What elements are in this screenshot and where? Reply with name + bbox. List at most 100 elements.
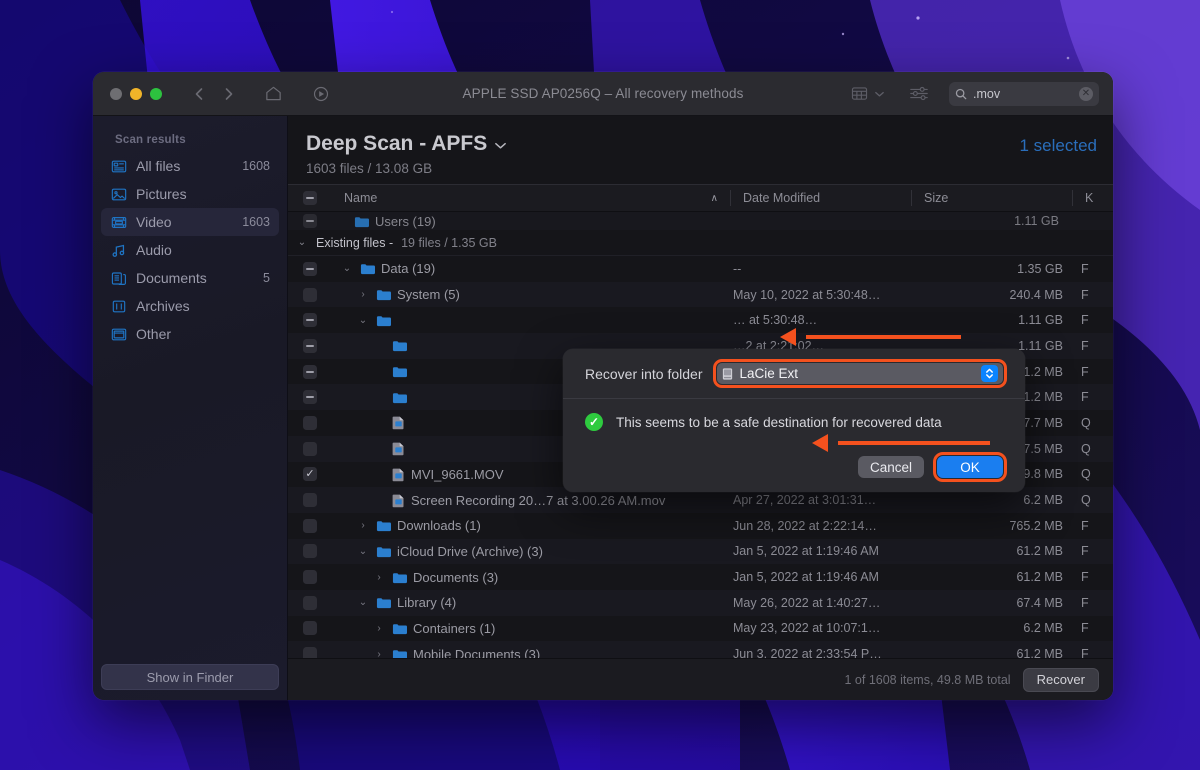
recover-folder-popup-button[interactable]: LaCie Ext: [712, 359, 1008, 388]
sidebar-item-archives[interactable]: Archives: [101, 292, 279, 320]
row-checkbox[interactable]: [288, 261, 332, 276]
row-checkbox[interactable]: [288, 441, 332, 456]
row-name-cell: ⌄: [332, 314, 733, 327]
view-mode-chevron[interactable]: [871, 90, 887, 98]
scan-subtitle: 1603 files / 13.08 GB: [306, 161, 433, 176]
search-clear-icon[interactable]: ✕: [1079, 86, 1093, 101]
sidebar-item-label: Documents: [136, 270, 207, 286]
app-window: APPLE SSD AP0256Q – All recovery methods: [93, 72, 1113, 700]
home-button[interactable]: [258, 79, 288, 109]
row-checkbox[interactable]: [288, 647, 332, 658]
row-checkbox[interactable]: [288, 544, 332, 559]
sidebar-item-video[interactable]: Video 1603: [101, 208, 279, 236]
row-checkbox[interactable]: [288, 287, 332, 302]
filter-settings-button[interactable]: [905, 81, 933, 107]
group-header-existing-files[interactable]: ⌄ Existing files - 19 files / 1.35 GB: [288, 230, 1113, 256]
row-disclosure-triangle[interactable]: ›: [372, 649, 386, 658]
row-name-cell: › Downloads (1): [332, 518, 733, 533]
dialog-actions: Cancel OK: [563, 445, 1025, 492]
selected-count-badge[interactable]: 1 selected: [1020, 136, 1098, 156]
table-row[interactable]: ⌄ iCloud Drive (Archive) (3) Jan 5, 2022 a…: [288, 538, 1113, 565]
row-name-cell: › Mobile Documents (3): [332, 647, 733, 658]
row-kind: F: [1081, 518, 1089, 533]
column-header-name[interactable]: Name ∧: [332, 191, 730, 205]
check-circle-icon: ✓: [585, 413, 603, 431]
recover-button[interactable]: Recover: [1022, 667, 1099, 692]
forward-button[interactable]: [214, 79, 244, 109]
rescan-button[interactable]: [306, 79, 336, 109]
sidebar-item-all-files[interactable]: All files 1608: [101, 152, 279, 180]
column-header-name-label: Name: [344, 191, 378, 205]
table-row[interactable]: ⌄ Data (19) -- 1.35 GB F: [288, 256, 1113, 282]
show-in-finder-button[interactable]: Show in Finder: [101, 664, 279, 690]
folder-icon: [376, 598, 391, 609]
table-row[interactable]: › System (5) May 10, 2022 at 5:30:48… 240.4…: [288, 281, 1113, 308]
table-row[interactable]: › Mobile Documents (3) Jun 3, 2022 at 2:33…: [288, 641, 1113, 658]
cancel-button[interactable]: Cancel: [858, 456, 924, 478]
scan-title-row[interactable]: Deep Scan - APFS: [306, 132, 1095, 156]
sidebar-item-count: 1603: [242, 215, 270, 229]
row-checkbox[interactable]: [288, 214, 332, 228]
row-name-label: Documents (3): [413, 569, 499, 585]
row-checkbox[interactable]: [288, 621, 332, 636]
main-header: Deep Scan - APFS 1603 files / 13.08 GB 1…: [288, 116, 1113, 184]
row-checkbox[interactable]: [288, 313, 332, 328]
checkbox-unchecked-icon: [303, 415, 317, 430]
sidebar-item-audio[interactable]: Audio: [101, 236, 279, 264]
column-header-size[interactable]: Size: [912, 191, 1072, 205]
back-button[interactable]: [184, 79, 214, 109]
row-kind: F: [1081, 570, 1089, 585]
minimize-button[interactable]: [130, 87, 142, 100]
row-name-cell: Users (19): [332, 214, 436, 229]
sidebar-item-pictures[interactable]: Pictures: [101, 180, 279, 208]
scan-title-chevron-down-icon[interactable]: [494, 141, 507, 150]
row-disclosure-triangle[interactable]: ›: [356, 289, 370, 300]
checkbox-unchecked-icon: [303, 621, 317, 636]
row-disclosure-triangle[interactable]: ›: [372, 623, 386, 634]
row-checkbox[interactable]: [288, 338, 332, 353]
table-row[interactable]: › Downloads (1) Jun 28, 2022 at 2:22:14… 76…: [288, 513, 1113, 539]
row-size: 61.2 MB: [1016, 544, 1063, 559]
row-checkbox[interactable]: [288, 467, 332, 482]
row-checkbox[interactable]: [288, 415, 332, 430]
ok-button[interactable]: OK: [933, 452, 1007, 482]
select-all-checkbox[interactable]: [288, 191, 332, 205]
row-disclosure-triangle[interactable]: ⌄: [356, 546, 370, 557]
zoom-button[interactable]: [150, 87, 162, 100]
table-row[interactable]: ⌄ … at 5:30:48… 1.11 GB F: [288, 307, 1113, 333]
sidebar-item-other[interactable]: Other: [101, 320, 279, 348]
row-kind: F: [1081, 261, 1089, 276]
search-field[interactable]: .mov ✕: [949, 81, 1099, 106]
group-title: Existing files -: [316, 235, 394, 250]
row-disclosure-triangle[interactable]: ⌄: [340, 263, 354, 274]
column-header-date[interactable]: Date Modified: [731, 191, 911, 205]
table-row[interactable]: ⌄ Library (4) May 26, 2022 at 1:40:27… 67.4…: [288, 589, 1113, 616]
row-kind: F: [1081, 364, 1089, 379]
checkbox-unchecked-icon: [303, 493, 317, 508]
row-name-cell: ⌄ iCloud Drive (Archive) (3): [332, 544, 733, 559]
file-icon: [392, 417, 404, 430]
table-row[interactable]: › Documents (3) Jan 5, 2022 at 1:19:46 AM 6…: [288, 564, 1113, 590]
recover-folder-value: LaCie Ext: [739, 366, 799, 381]
row-disclosure-triangle[interactable]: ›: [356, 520, 370, 531]
column-header-kind[interactable]: K: [1073, 191, 1113, 205]
row-date-modified: Jan 5, 2022 at 1:19:46 AM: [733, 570, 879, 585]
row-checkbox[interactable]: [288, 595, 332, 610]
row-checkbox[interactable]: [288, 570, 332, 585]
row-disclosure-triangle[interactable]: ⌄: [356, 597, 370, 608]
table-row[interactable]: › Containers (1) May 23, 2022 at 10:07:1… 6…: [288, 616, 1113, 642]
search-input-value[interactable]: .mov: [973, 87, 1073, 101]
row-checkbox[interactable]: [288, 364, 332, 379]
sidebar-item-documents[interactable]: Documents 5: [101, 264, 279, 292]
close-button[interactable]: [110, 87, 122, 100]
row-checkbox[interactable]: [288, 390, 332, 405]
row-disclosure-triangle[interactable]: ›: [372, 572, 386, 583]
row-checkbox[interactable]: [288, 518, 332, 533]
table-row-partial[interactable]: Users (19) 1.11 GB: [288, 212, 1113, 230]
row-size: 61.2 MB: [1016, 647, 1063, 658]
row-date-modified: Jan 5, 2022 at 1:19:46 AM: [733, 544, 879, 559]
view-mode-button[interactable]: [845, 81, 873, 107]
row-checkbox[interactable]: [288, 493, 332, 508]
group-chevron-down-icon[interactable]: ⌄: [296, 237, 308, 248]
row-disclosure-triangle[interactable]: ⌄: [356, 315, 370, 326]
